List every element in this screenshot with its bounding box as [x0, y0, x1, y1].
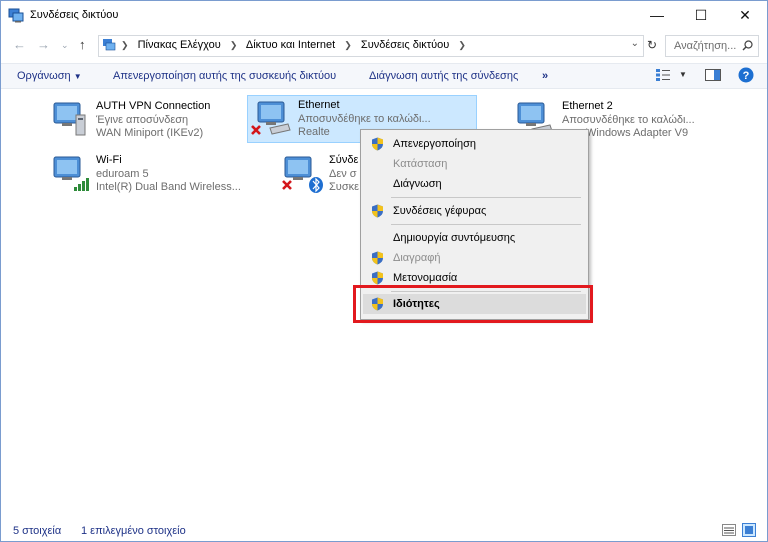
- up-arrow-icon[interactable]: ↑: [79, 37, 86, 52]
- close-icon: ✕: [739, 6, 751, 23]
- connection-name: Ethernet 2: [562, 100, 613, 112]
- minimize-button[interactable]: —: [635, 1, 679, 29]
- menu-item-create-shortcut[interactable]: Δημιουργία συντόμευσης: [363, 228, 586, 248]
- bluetooth-connection-icon: [282, 156, 323, 193]
- connection-name: Wi-Fi: [96, 154, 122, 166]
- menu-item-label: Συνδέσεις γέφυρας: [393, 205, 487, 217]
- address-row: ← → ⌄ ↑ ❯ Πίνακας Ελέγχου ❯ Δίκτυο και I…: [1, 33, 767, 59]
- window-title: Συνδέσεις δικτύου: [30, 9, 119, 21]
- chevron-right-icon[interactable]: ❯: [344, 40, 352, 50]
- disable-device-button[interactable]: Απενεργοποίηση αυτής της συσκευής δικτύο…: [113, 70, 336, 82]
- connection-item-wifi[interactable]: Wi-Fi eduroam 5 Intel(R) Dual Band Wirel…: [46, 151, 274, 197]
- ethernet-disconnected-icon: [251, 101, 291, 135]
- menu-item-label: Διάγνωση: [393, 178, 442, 190]
- search-icon: [742, 40, 753, 51]
- connection-name: Σύνδε: [329, 154, 359, 166]
- breadcrumb: ❯ Πίνακας Ελέγχου ❯ Δίκτυο και Internet …: [121, 39, 472, 51]
- uac-shield-icon: [372, 251, 383, 265]
- connection-status: Αποσυνδέθηκε το καλώδι...: [562, 114, 695, 126]
- breadcrumb-network-internet[interactable]: Δίκτυο και Internet: [246, 39, 335, 51]
- item-count: 5 στοιχεία: [13, 525, 62, 537]
- network-connections-window: Συνδέσεις δικτύου — ☐ ✕ ← → ⌄ ↑ ❯ Πίνακα…: [0, 0, 768, 542]
- network-connections-app-icon: [8, 8, 24, 23]
- uac-shield-icon: [372, 271, 383, 285]
- menu-item-status[interactable]: Κατάσταση: [363, 154, 586, 174]
- vpn-connection-icon: [53, 102, 86, 136]
- connection-item-auth-vpn[interactable]: AUTH VPN Connection Έγινε αποσύνδεση WAN…: [46, 97, 274, 143]
- connection-status: eduroam 5: [96, 168, 149, 180]
- selection-count: 1 επιλεγμένο στοιχείο: [81, 525, 186, 537]
- menu-item-label: Διαγραφή: [393, 252, 441, 264]
- chevron-right-icon: ❯: [121, 40, 129, 50]
- connection-item-bluetooth[interactable]: Σύνδε Δεν σ Συσκε: [279, 151, 359, 197]
- organize-button[interactable]: Οργάνωση ▼: [17, 70, 82, 82]
- menu-separator: [391, 224, 581, 225]
- details-view-icon[interactable]: [722, 524, 736, 536]
- control-panel-icon: [103, 39, 116, 51]
- diagnose-connection-button[interactable]: Διάγνωση αυτής της σύνδεσης: [369, 70, 518, 82]
- menu-item-label: Κατάσταση: [393, 158, 448, 170]
- breadcrumb-network-connections[interactable]: Συνδέσεις δικτύου: [361, 39, 449, 51]
- chevron-down-icon: ▼: [73, 72, 82, 81]
- connection-name: AUTH VPN Connection: [96, 100, 211, 112]
- more-commands-button[interactable]: »: [542, 70, 548, 82]
- organize-label: Οργάνωση: [17, 70, 71, 82]
- status-bar: 5 στοιχεία 1 επιλεγμένο στοιχείο: [1, 519, 767, 541]
- breadcrumb-control-panel[interactable]: Πίνακας Ελέγχου: [138, 39, 221, 51]
- uac-shield-icon: [372, 137, 383, 151]
- preview-pane-icon[interactable]: [705, 69, 721, 81]
- title-bar: Συνδέσεις δικτύου — ☐ ✕: [1, 1, 767, 29]
- menu-item-delete[interactable]: Διαγραφή: [363, 248, 586, 268]
- menu-item-label: Μετονομασία: [393, 272, 458, 284]
- change-view-icon[interactable]: [655, 68, 671, 82]
- uac-shield-icon: [372, 204, 383, 218]
- menu-item-bridge-connections[interactable]: Συνδέσεις γέφυρας: [363, 201, 586, 221]
- connection-device: WAN Miniport (IKEv2): [96, 127, 204, 139]
- maximize-icon: ☐: [694, 6, 708, 23]
- command-bar: Οργάνωση ▼ Απενεργοποίηση αυτής της συσκ…: [1, 63, 767, 89]
- connection-status: Αποσυνδέθηκε το καλώδι...: [298, 113, 431, 125]
- menu-item-diagnose[interactable]: Διάγνωση: [363, 174, 586, 194]
- address-bar[interactable]: ❯ Πίνακας Ελέγχου ❯ Δίκτυο και Internet …: [98, 35, 644, 57]
- chevron-right-icon[interactable]: ❯: [458, 40, 466, 50]
- highlight-annotation-box: [353, 285, 593, 323]
- menu-separator: [391, 197, 581, 198]
- address-dropdown-icon[interactable]: ⌄: [631, 38, 639, 49]
- connection-status: Έγινε αποσύνδεση: [96, 114, 189, 126]
- connection-device: Windows Adapter V9: [586, 127, 689, 139]
- svg-text:?: ?: [743, 70, 750, 82]
- menu-item-label: Απενεργοποίηση: [393, 138, 476, 150]
- large-icons-view-icon[interactable]: [742, 523, 756, 537]
- help-icon[interactable]: ?: [738, 67, 754, 83]
- connection-name: Ethernet: [298, 99, 340, 111]
- refresh-icon[interactable]: ↻: [644, 35, 660, 55]
- recent-dropdown-icon[interactable]: ⌄: [61, 40, 69, 51]
- close-button[interactable]: ✕: [723, 1, 767, 29]
- back-arrow-icon[interactable]: ←: [13, 37, 26, 52]
- chevron-right-icon[interactable]: ❯: [230, 40, 238, 50]
- menu-item-disable[interactable]: Απενεργοποίηση: [363, 134, 586, 154]
- menu-item-label: Δημιουργία συντόμευσης: [393, 232, 516, 244]
- minimize-icon: —: [650, 7, 664, 23]
- wifi-connection-icon: [53, 156, 89, 191]
- search-placeholder: Αναζήτηση...: [674, 40, 737, 52]
- maximize-button[interactable]: ☐: [679, 1, 723, 29]
- forward-arrow-icon[interactable]: →: [37, 37, 50, 52]
- search-input[interactable]: Αναζήτηση...: [665, 35, 759, 57]
- view-options-chevron-icon[interactable]: ▼: [679, 70, 687, 79]
- connection-device: Intel(R) Dual Band Wireless...: [96, 181, 241, 193]
